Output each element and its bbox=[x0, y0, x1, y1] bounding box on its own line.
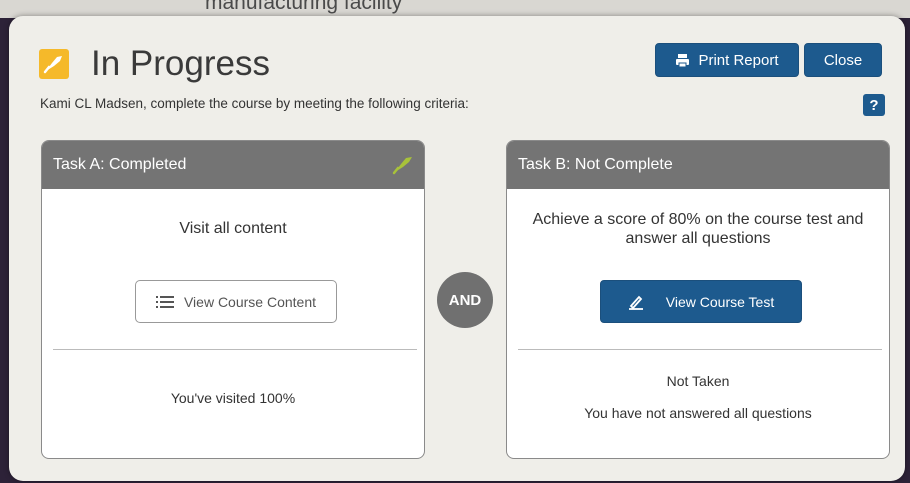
printer-icon bbox=[676, 53, 690, 67]
and-connector: AND bbox=[437, 272, 493, 328]
close-button[interactable]: Close bbox=[804, 43, 882, 77]
view-course-test-label: View Course Test bbox=[665, 293, 775, 310]
criteria-instructions: Kami CL Madsen, complete the course by m… bbox=[40, 96, 469, 111]
pencil-icon bbox=[628, 295, 643, 310]
view-course-test-button[interactable]: View Course Test bbox=[600, 280, 802, 323]
task-a-divider bbox=[53, 349, 417, 350]
print-report-label: Print Report bbox=[698, 51, 779, 69]
task-a-header: Task A: Completed bbox=[42, 141, 424, 189]
task-b-status-questions: You have not answered all questions bbox=[584, 405, 812, 421]
progress-flag-icon bbox=[39, 49, 69, 79]
help-button[interactable]: ? bbox=[863, 94, 885, 116]
page-title: In Progress bbox=[91, 44, 270, 83]
view-course-content-label: View Course Content bbox=[183, 293, 317, 310]
completed-check-icon bbox=[392, 157, 412, 175]
task-b-title: Task B: Not Complete bbox=[518, 156, 673, 173]
task-a-title: Task A: Completed bbox=[53, 156, 187, 173]
background-text: manufacturing facility bbox=[205, 0, 403, 14]
task-a-description: Visit all content bbox=[179, 220, 287, 237]
task-a-card: Task A: Completed Visit all content View… bbox=[41, 140, 425, 459]
print-report-button[interactable]: Print Report bbox=[655, 43, 799, 77]
task-b-card: Task B: Not Complete Achieve a score of … bbox=[506, 140, 890, 459]
task-b-divider bbox=[518, 349, 882, 350]
task-b-status-taken: Not Taken bbox=[666, 373, 730, 389]
task-b-header: Task B: Not Complete bbox=[507, 141, 889, 189]
title-row: In Progress bbox=[39, 40, 270, 88]
progress-modal: In Progress Print Report Close Kami CL M… bbox=[9, 16, 905, 481]
list-icon bbox=[155, 295, 174, 308]
task-b-description: Achieve a score of 80% on the course tes… bbox=[532, 211, 864, 247]
task-a-status: You've visited 100% bbox=[170, 390, 296, 406]
view-course-content-button[interactable]: View Course Content bbox=[135, 280, 337, 323]
